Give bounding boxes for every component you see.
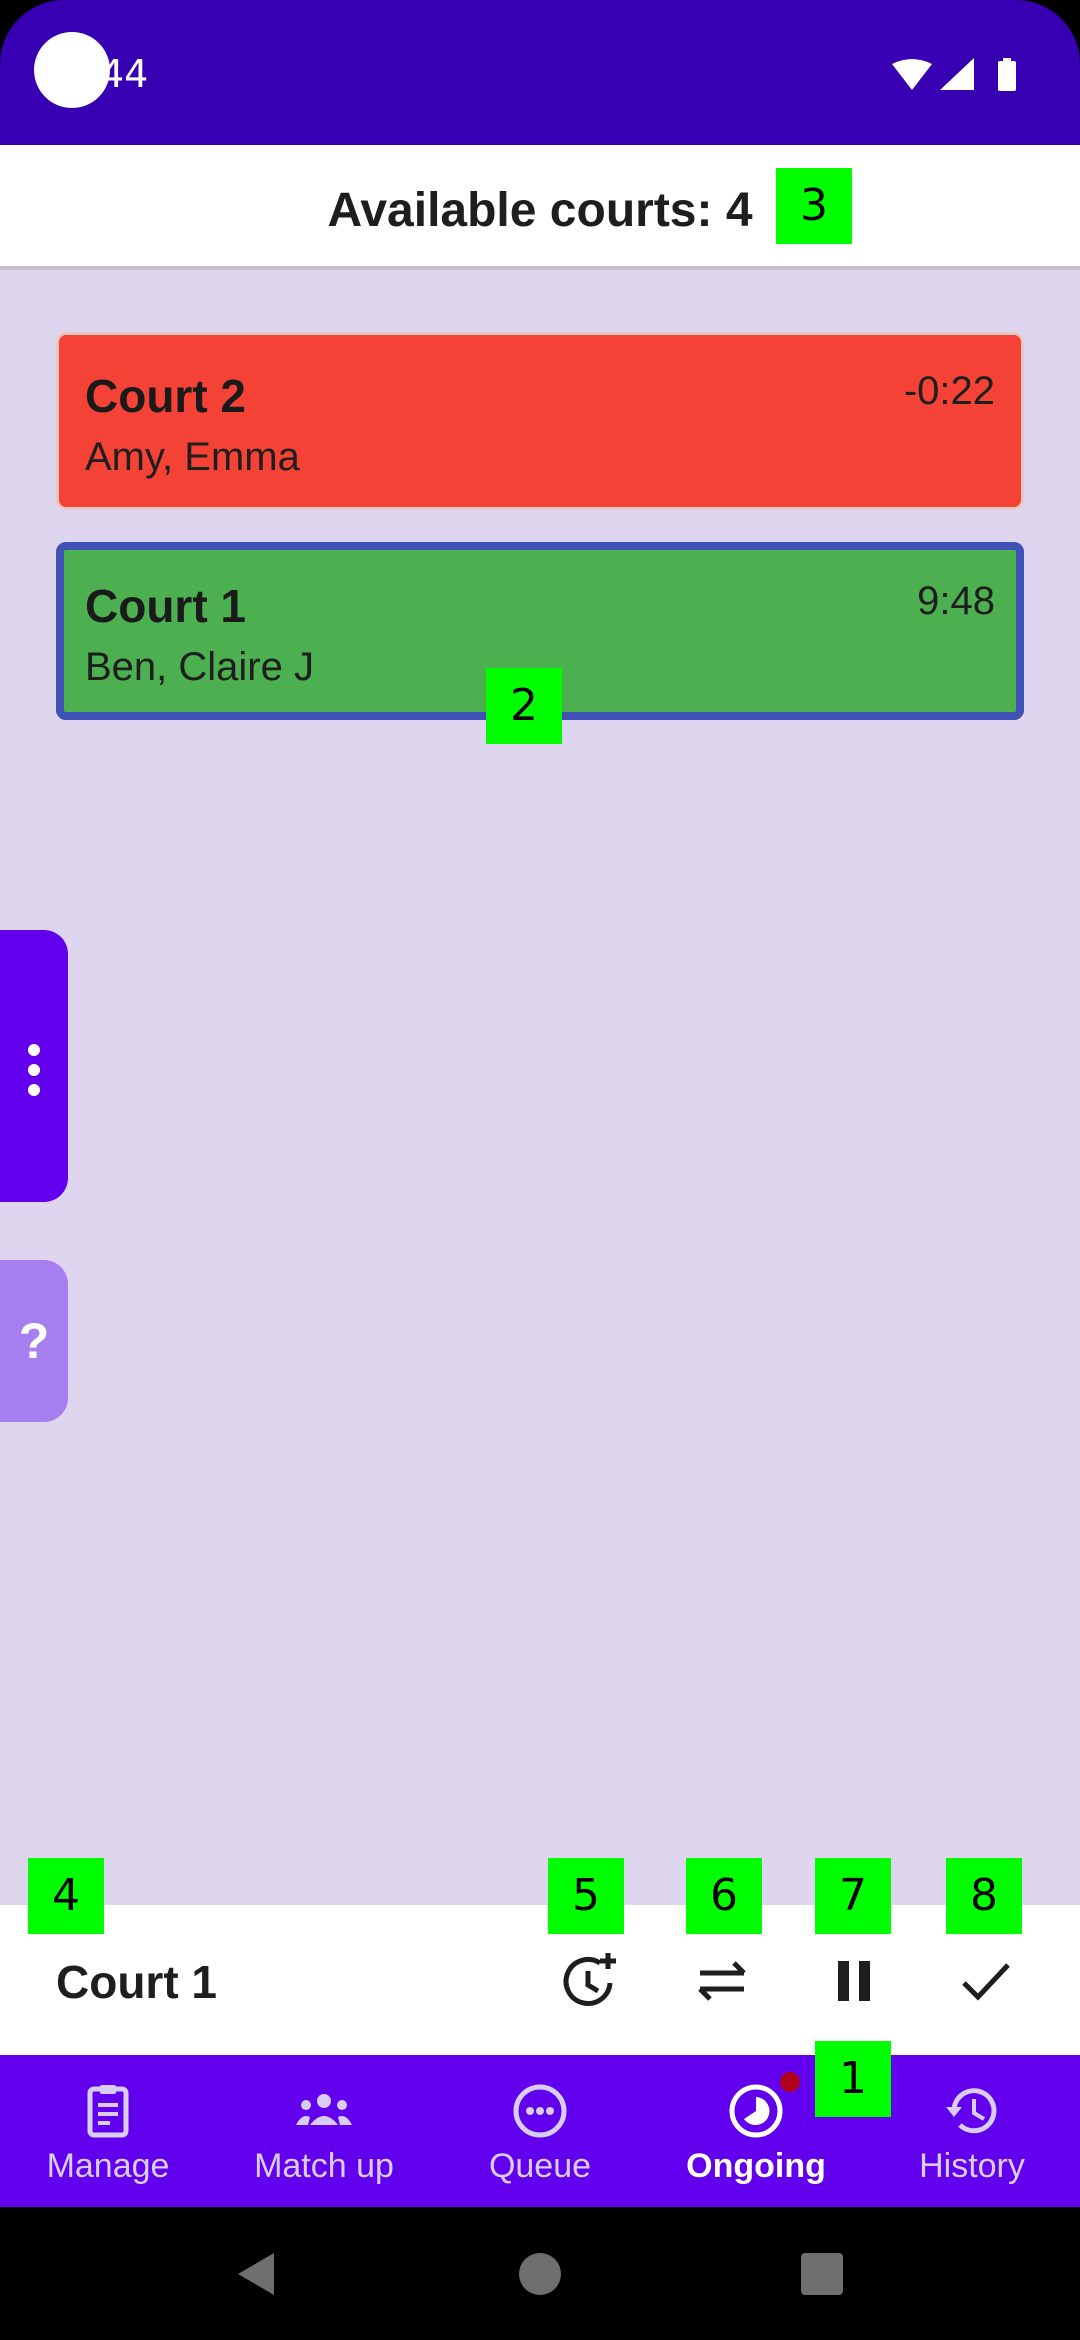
recents-icon[interactable] [800, 2252, 844, 2296]
court-name: Court 2 [85, 370, 246, 422]
marker-1: 1 [815, 2041, 891, 2117]
marker-8: 8 [946, 1858, 1022, 1934]
nav-label: Ongoing [686, 2147, 826, 2185]
court-players: Ben, Claire J [85, 645, 314, 689]
status-icons [892, 58, 1016, 91]
court-timer: 9:48 [917, 579, 995, 623]
phone-screen: 44 Available courts: 4 Court 2 Amy, Emma… [0, 0, 1080, 2340]
status-bar: 44 [0, 0, 1080, 145]
alarm-add-icon [563, 1953, 616, 2006]
more-vert-icon [28, 1044, 40, 1056]
marker-4: 4 [28, 1858, 104, 1934]
back-icon[interactable] [234, 2251, 278, 2297]
available-courts-title: Available courts: 4 [327, 184, 753, 237]
home-icon[interactable] [518, 2252, 562, 2296]
court-name: Court 1 [85, 580, 246, 632]
more-vert-icon-dot [28, 1064, 40, 1076]
nav-label: History [919, 2147, 1025, 2185]
marker-7: 7 [815, 1858, 891, 1934]
clipboard-icon [87, 2085, 129, 2138]
history-icon [946, 2088, 997, 2134]
more-circle-icon [513, 2084, 567, 2138]
wifi-icon [892, 59, 932, 90]
court-players: Amy, Emma [85, 435, 300, 479]
nav-manage[interactable]: Manage [0, 2055, 216, 2207]
nav-queue[interactable]: Queue [432, 2055, 648, 2207]
side-menu-button[interactable] [0, 930, 68, 1202]
add-time-button[interactable] [548, 1941, 628, 2021]
notification-badge [780, 2072, 800, 2092]
pause-button[interactable] [814, 1941, 894, 2021]
courts-list: Court 2 Amy, Emma -0:22 Court 1 Ben, Cla… [0, 270, 1080, 1905]
signal-icon [940, 58, 974, 90]
court-timer: -0:22 [903, 369, 995, 413]
bottom-navigation: Manage Match up Queue Ongoing History [0, 2055, 1080, 2207]
swap-icon [698, 1961, 746, 2001]
nav-history[interactable]: History [864, 2055, 1080, 2207]
nav-label: Queue [488, 2147, 592, 2185]
marker-2: 2 [486, 668, 562, 744]
marker-3: 3 [776, 168, 852, 244]
nav-label: Manage [46, 2147, 170, 2185]
swap-button[interactable] [682, 1941, 762, 2021]
complete-button[interactable] [946, 1941, 1026, 2021]
check-icon [962, 1963, 1010, 2001]
marker-5: 5 [548, 1858, 624, 1934]
marker-6: 6 [686, 1858, 762, 1934]
court-card-2[interactable]: Court 2 Amy, Emma -0:22 [56, 332, 1024, 510]
camera-cutout [34, 32, 110, 108]
court-action-bar: Court 1 [0, 1905, 1080, 2055]
pause-icon [838, 1961, 870, 2001]
timelapse-icon [729, 2084, 783, 2138]
selected-court-title: Court 1 [56, 1956, 217, 2008]
nav-label: Match up [254, 2147, 394, 2185]
battery-icon [998, 61, 1016, 91]
app-header: Available courts: 4 [0, 145, 1080, 270]
group-icon [296, 2094, 352, 2125]
nav-match-up[interactable]: Match up [216, 2055, 432, 2207]
help-button[interactable]: ? [0, 1260, 68, 1422]
more-vert-icon-dot [28, 1084, 40, 1096]
system-navigation-bar [0, 2207, 1080, 2340]
